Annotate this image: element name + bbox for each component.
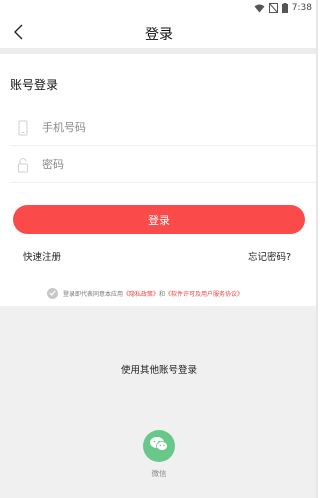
status-icons: 7:38 [254,2,312,14]
license-agreement-link[interactable]: 《软件许可及用户服务协议》 [165,289,243,298]
phone-icon [16,120,30,136]
other-login-title: 使用其他账号登录 [120,365,197,376]
lock-icon [16,157,30,173]
phone-field [10,110,318,146]
header-divider [0,48,318,54]
status-time: 7:38 [291,3,312,13]
phone-input[interactable] [42,121,262,134]
wifi-icon [254,4,265,13]
agreement-row: 登录即代表同意本应用 《隐私政策》 和 《软件许可及用户服务协议》 [47,287,243,299]
quick-register-link[interactable]: 快速注册 [23,249,61,263]
privacy-policy-link[interactable]: 《隐私政策》 [123,289,159,298]
battery-icon [281,3,288,13]
login-button[interactable]: 登录 [13,205,305,234]
wechat-icon [149,436,169,456]
forgot-password-link[interactable]: 忘记密码? [248,249,291,263]
password-field [10,147,318,183]
wechat-label: 微信 [151,469,167,478]
no-sim-icon [268,3,278,13]
status-bar: 7:38 [0,0,318,16]
password-input[interactable] [42,158,262,171]
wechat-login-button[interactable] [143,430,175,462]
other-login-section: 使用其他账号登录 微信 [0,306,318,498]
page-title: 登录 [145,27,173,43]
section-title: 账号登录 [10,78,59,92]
window-edge [316,0,318,498]
nav-bar: 登录 [0,16,318,48]
agreement-prefix: 登录即代表同意本应用 [63,290,124,298]
check-icon[interactable] [47,287,58,299]
